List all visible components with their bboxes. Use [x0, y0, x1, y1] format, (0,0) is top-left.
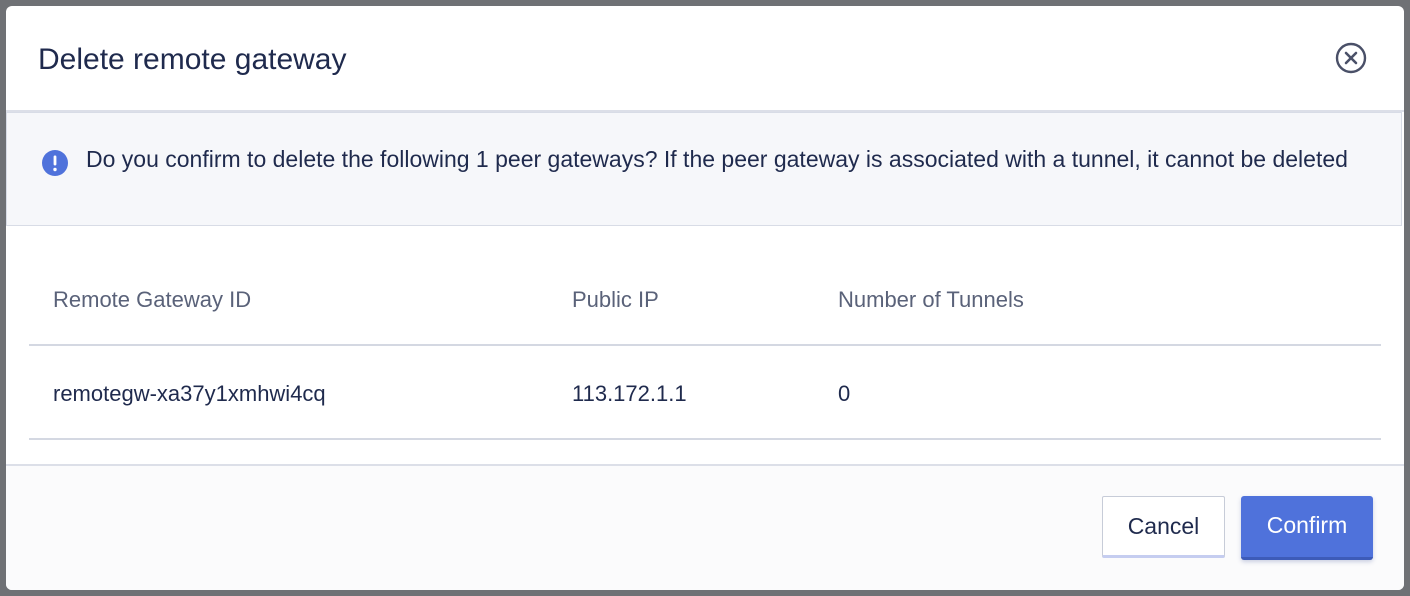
column-header-public-ip: Public IP: [572, 287, 659, 312]
table-header-row: Remote Gateway ID Public IP Number of Tu…: [29, 264, 1381, 346]
dialog-title: Delete remote gateway: [38, 43, 347, 76]
table-row: remotegw-xa37y1xmhwi4cq 113.172.1.1 0: [29, 346, 1381, 440]
number-of-tunnels-cell: 0: [838, 381, 851, 406]
dialog-header: Delete remote gateway: [6, 6, 1404, 112]
column-header-number-of-tunnels: Number of Tunnels: [838, 287, 1024, 312]
gateway-table: Remote Gateway ID Public IP Number of Tu…: [29, 264, 1381, 440]
remote-gateway-id-cell: remotegw-xa37y1xmhwi4cq: [53, 381, 326, 406]
close-button[interactable]: [1335, 42, 1367, 74]
column-header-remote-gateway-id: Remote Gateway ID: [53, 287, 252, 312]
close-circle-icon: [1335, 42, 1367, 74]
confirm-button[interactable]: Confirm: [1241, 496, 1373, 560]
delete-remote-gateway-dialog: Delete remote gateway Do you confirm to …: [6, 6, 1404, 590]
dialog-footer: Cancel Confirm: [6, 466, 1404, 590]
public-ip-cell: 113.172.1.1: [572, 381, 687, 406]
warning-alert: Do you confirm to delete the following 1…: [6, 112, 1402, 226]
exclamation-circle-icon: [42, 150, 68, 176]
alert-message: Do you confirm to delete the following 1…: [86, 146, 1348, 172]
cancel-button[interactable]: Cancel: [1102, 496, 1225, 558]
